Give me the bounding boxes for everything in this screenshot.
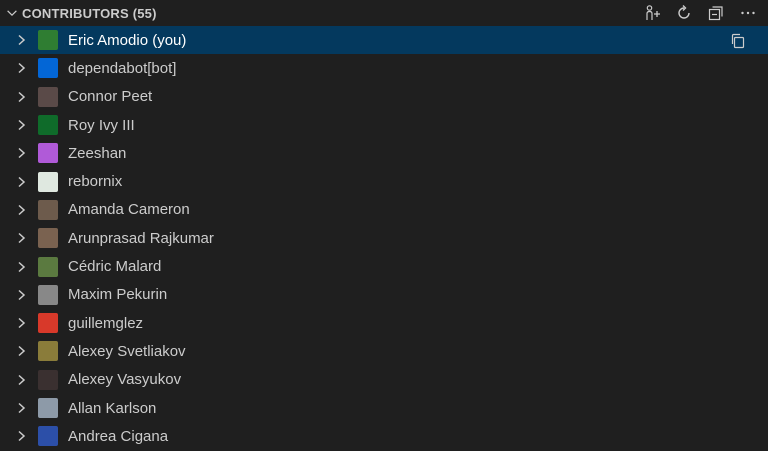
avatar [38,58,58,79]
avatar [38,341,58,362]
avatar [38,369,58,390]
contributor-name: guillemglez [68,314,144,332]
contributor-row[interactable]: Maxim Pekurin [0,281,768,309]
chevron-right-icon[interactable] [14,316,28,330]
contributor-row[interactable]: Zeeshan [0,139,768,167]
contributor-row[interactable]: guillemglez [0,309,768,337]
contributor-row[interactable]: Andrea Cigana [0,422,768,450]
contributor-name: Alexey Svetliakov [68,342,186,360]
contributor-row[interactable]: Eric Amodio (you) [0,26,768,55]
avatar [38,398,58,418]
contributor-name: Roy Ivy III [68,116,135,134]
contributors-list: Eric Amodio (you) dependabot[bot] Connor P… [0,26,768,450]
contributor-name: Cédric Malard [68,258,162,276]
chevron-right-icon[interactable] [14,231,28,245]
avatar [38,256,58,277]
chevron-right-icon[interactable] [14,373,28,387]
contributor-row[interactable]: Alexey Vasyukov [0,366,768,394]
chevron-right-icon[interactable] [14,429,28,443]
contributor-name: Amanda Cameron [68,201,190,219]
chevron-right-icon[interactable] [14,146,28,160]
chevron-right-icon[interactable] [14,203,28,217]
contributor-row[interactable]: Amanda Cameron [0,196,768,224]
ellipsis-icon [741,11,755,15]
contributors-panel: CONTRIBUTORS (55) Eric Amodio (you) depe… [0,0,768,451]
contributor-name: Andrea Cigana [68,427,169,445]
avatar [38,228,58,249]
copy-icon[interactable] [728,31,748,51]
chevron-right-icon[interactable] [14,90,28,104]
avatar [38,284,58,305]
chevron-right-icon[interactable] [14,118,28,132]
chevron-right-icon[interactable] [14,33,28,47]
contributor-name: Allan Karlson [68,399,157,417]
avatar [38,199,58,220]
contributor-name: Maxim Pekurin [68,286,168,304]
contributor-row[interactable]: Connor Peet [0,83,768,111]
contributor-row[interactable]: rebornix [0,167,768,195]
avatar [38,313,58,334]
contributor-row[interactable]: Arunprasad Rajkumar [0,224,768,252]
contributor-row[interactable]: Roy Ivy III [0,111,768,139]
contributor-row[interactable]: Allan Karlson [0,394,768,422]
contributor-row[interactable]: Cédric Malard [0,252,768,280]
avatar [38,30,58,51]
contributor-row[interactable]: dependabot[bot] [0,54,768,82]
avatar [38,426,58,447]
chevron-right-icon[interactable] [14,260,28,274]
contributors-title: CONTRIBUTORS (55) [22,5,157,21]
refresh-button[interactable] [670,2,698,24]
refresh-icon [678,5,690,19]
contributor-name: dependabot[bot] [68,59,177,77]
contributor-name: Alexey Vasyukov [68,371,182,389]
chevron-right-icon[interactable] [14,288,28,302]
header-actions [638,2,762,24]
contributor-name: Zeeshan [68,144,127,162]
contributor-name: Arunprasad Rajkumar [68,229,214,247]
contributor-row[interactable]: Alexey Svetliakov [0,337,768,365]
chevron-right-icon[interactable] [14,175,28,189]
person-add-icon [646,5,660,20]
collapse-all-icon [708,6,723,21]
chevron-right-icon[interactable] [14,401,28,415]
chevron-right-icon[interactable] [14,344,28,358]
contributors-header[interactable]: CONTRIBUTORS (55) [0,0,768,26]
chevron-down-icon[interactable] [4,5,20,21]
avatar [38,86,58,107]
contributor-name: rebornix [68,173,123,191]
more-actions-button[interactable] [734,2,762,24]
add-contributor-button[interactable] [638,2,666,24]
chevron-right-icon[interactable] [14,61,28,75]
avatar [38,115,58,136]
contributor-name: Connor Peet [68,88,153,106]
avatar [38,143,58,164]
avatar [38,171,58,192]
collapse-all-button[interactable] [702,2,730,24]
contributor-name: Eric Amodio (you) [68,31,187,49]
